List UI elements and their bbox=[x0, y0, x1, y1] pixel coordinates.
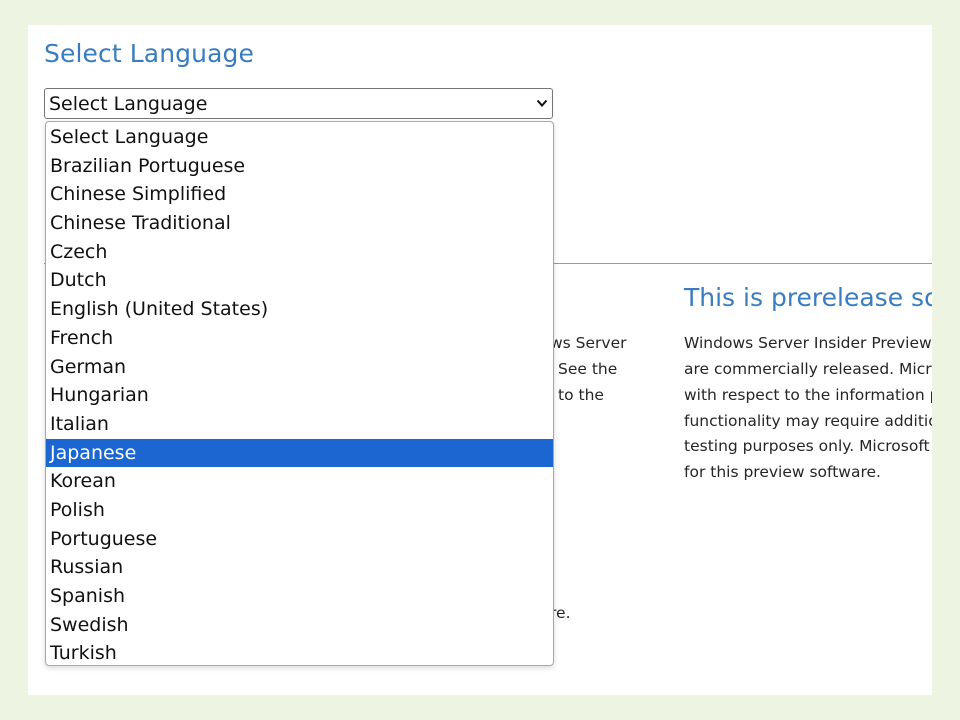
language-option-polish[interactable]: Polish bbox=[46, 496, 553, 525]
language-option-german[interactable]: German bbox=[46, 353, 553, 382]
language-select-value: Select Language bbox=[49, 93, 208, 115]
language-option-japanese[interactable]: Japanese bbox=[46, 438, 553, 468]
language-option-russian[interactable]: Russian bbox=[46, 553, 553, 582]
prerelease-notice-line: functionality may require additio bbox=[684, 412, 932, 430]
language-option-french[interactable]: French bbox=[46, 324, 553, 353]
language-option-italian[interactable]: Italian bbox=[46, 410, 553, 439]
language-option-brazilian-portuguese[interactable]: Brazilian Portuguese bbox=[46, 152, 553, 181]
language-option-dutch[interactable]: Dutch bbox=[46, 266, 553, 295]
language-option-spanish[interactable]: Spanish bbox=[46, 582, 553, 611]
language-option-select-language[interactable]: Select Language bbox=[46, 123, 553, 152]
language-option-english-united-states[interactable]: English (United States) bbox=[46, 295, 553, 324]
language-option-swedish[interactable]: Swedish bbox=[46, 611, 553, 640]
language-option-chinese-simplified[interactable]: Chinese Simplified bbox=[46, 180, 553, 209]
description-text-fragment: See the bbox=[558, 360, 618, 378]
language-option-czech[interactable]: Czech bbox=[46, 238, 553, 267]
prerelease-notice-line: testing purposes only. Microsoft bbox=[684, 437, 930, 455]
prerelease-notice-line: with respect to the information p bbox=[684, 386, 932, 404]
prerelease-notice-line: Windows Server Insider Preview b bbox=[684, 334, 932, 352]
prerelease-notice-line: for this preview software. bbox=[684, 463, 881, 481]
language-select[interactable]: Select Language bbox=[44, 88, 553, 119]
language-option-turkish[interactable]: Turkish bbox=[46, 639, 553, 665]
language-option-korean[interactable]: Korean bbox=[46, 467, 553, 496]
description-text-fragment: ws Server bbox=[550, 334, 627, 352]
prerelease-notice-title: This is prerelease soft bbox=[684, 283, 932, 312]
description-text-fragment: to the bbox=[558, 386, 604, 404]
language-dropdown-list[interactable]: Select Language Brazilian Portuguese Chine… bbox=[45, 121, 554, 666]
page-heading: Select Language bbox=[44, 39, 254, 68]
prerelease-notice-line: are commercially released. Micros bbox=[684, 360, 932, 378]
language-option-hungarian[interactable]: Hungarian bbox=[46, 381, 553, 410]
chevron-down-icon bbox=[536, 99, 548, 107]
language-option-portuguese[interactable]: Portuguese bbox=[46, 525, 553, 554]
language-option-chinese-traditional[interactable]: Chinese Traditional bbox=[46, 209, 553, 238]
